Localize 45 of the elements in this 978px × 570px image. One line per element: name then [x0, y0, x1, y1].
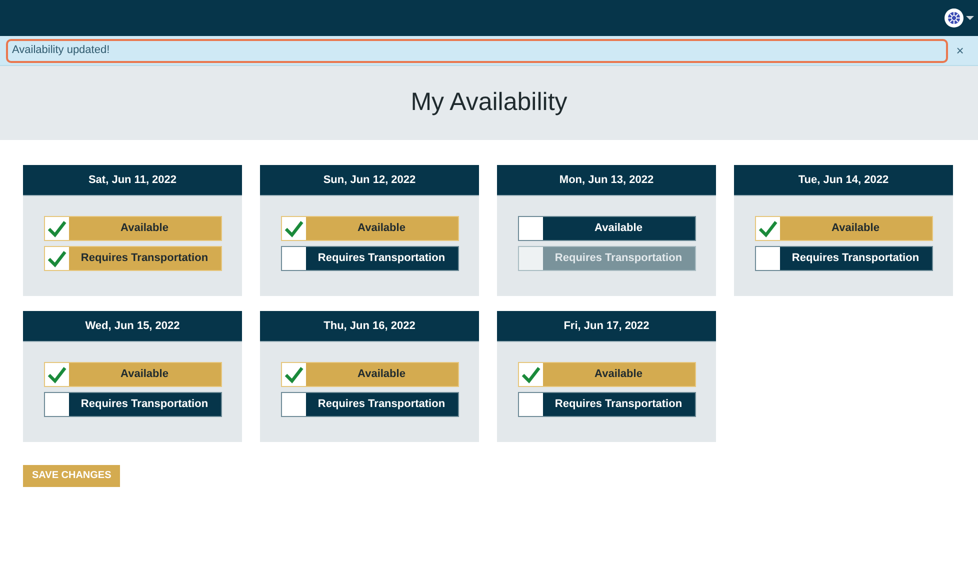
- checkbox[interactable]: [44, 393, 68, 416]
- checkmark-icon: [284, 220, 304, 238]
- caret-icon[interactable]: [966, 16, 974, 20]
- toggle-option[interactable]: Available: [754, 216, 932, 241]
- day-header: Sat, Jun 11, 2022: [23, 165, 242, 196]
- checkmark-icon: [46, 250, 66, 268]
- checkbox[interactable]: [44, 247, 68, 270]
- checkbox[interactable]: [282, 247, 306, 270]
- checkbox[interactable]: [756, 247, 780, 270]
- checkmark-icon: [758, 220, 778, 238]
- close-button[interactable]: ×: [948, 40, 972, 60]
- day-header: Tue, Jun 14, 2022: [734, 165, 953, 196]
- toggle-option[interactable]: Requires Transportation: [754, 246, 932, 271]
- checkbox[interactable]: [44, 217, 68, 240]
- checkmark-icon: [46, 220, 66, 238]
- checkmark-icon: [46, 366, 66, 384]
- toggle-option[interactable]: Requires Transportation: [44, 392, 222, 417]
- toggle-option[interactable]: Requires Transportation: [280, 246, 458, 271]
- checkbox[interactable]: [518, 393, 542, 416]
- alert-message: Availability updated!: [6, 38, 948, 62]
- checkbox[interactable]: [282, 363, 306, 386]
- globe-avatar-icon[interactable]: [944, 8, 964, 28]
- checkbox[interactable]: [282, 393, 306, 416]
- checkbox[interactable]: [282, 217, 306, 240]
- toggle-option[interactable]: Available: [44, 216, 222, 241]
- day-header: Mon, Jun 13, 2022: [497, 165, 716, 196]
- checkbox[interactable]: [44, 363, 68, 386]
- toggle-option[interactable]: Available: [518, 216, 696, 241]
- day-header: Fri, Jun 17, 2022: [497, 311, 716, 342]
- toggle-option[interactable]: Requires Transportation: [518, 392, 696, 417]
- day-header: Thu, Jun 16, 2022: [260, 311, 479, 342]
- day-header: Sun, Jun 12, 2022: [260, 165, 479, 196]
- checkbox[interactable]: [518, 363, 542, 386]
- toggle-option[interactable]: Available: [518, 362, 696, 387]
- toggle-option[interactable]: Available: [44, 362, 222, 387]
- checkmark-icon: [284, 366, 304, 384]
- checkbox[interactable]: [518, 217, 542, 240]
- checkbox[interactable]: [756, 217, 780, 240]
- checkmark-icon: [520, 366, 540, 384]
- toggle-option[interactable]: Available: [280, 216, 458, 241]
- page-title: My Availability: [410, 87, 568, 118]
- day-header: Wed, Jun 15, 2022: [23, 311, 242, 342]
- toggle-option[interactable]: Available: [280, 362, 458, 387]
- toggle-option[interactable]: Requires Transportation: [44, 246, 222, 271]
- toggle-option[interactable]: Requires Transportation: [280, 392, 458, 417]
